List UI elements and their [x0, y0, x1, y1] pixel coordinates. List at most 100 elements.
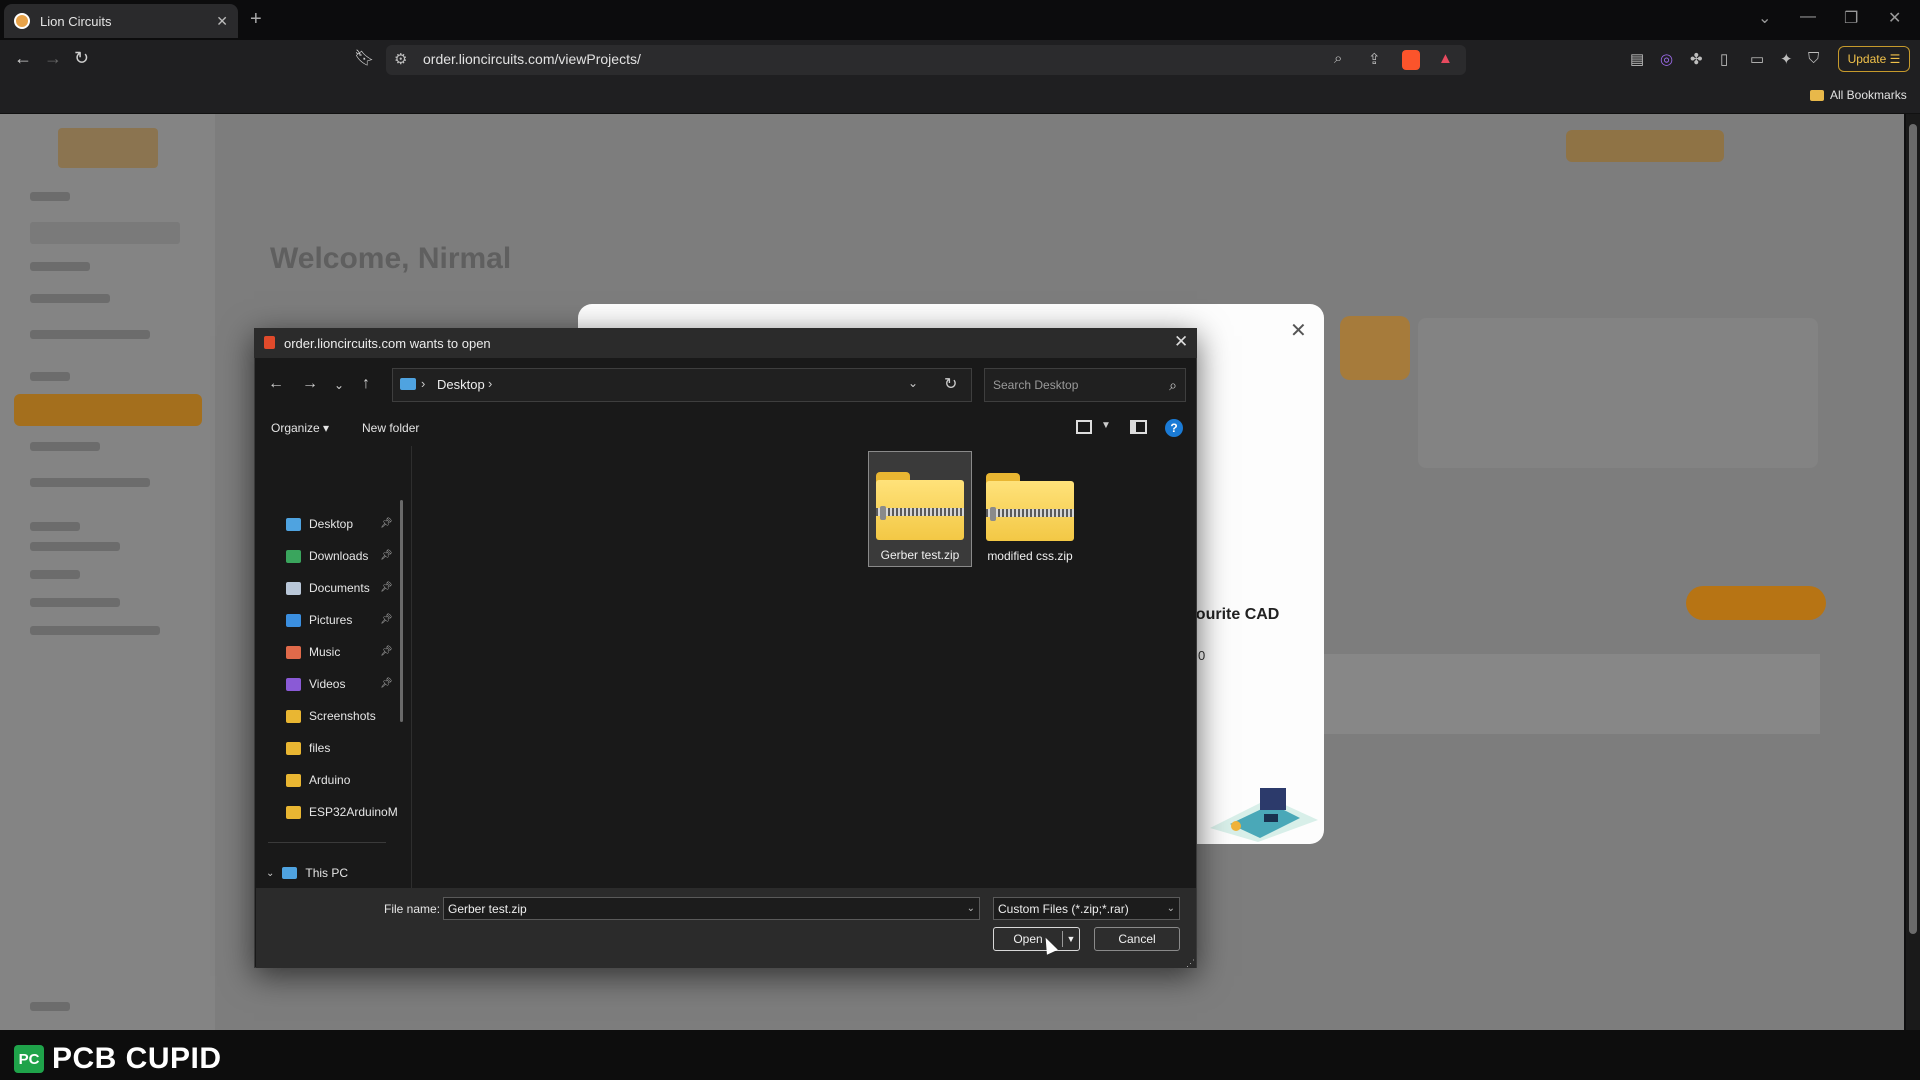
download-icon	[286, 549, 301, 563]
address-dropdown-icon[interactable]: ⌄	[908, 376, 918, 390]
pictures-icon	[286, 613, 301, 627]
wallet-icon[interactable]: ▭	[1750, 50, 1764, 68]
tab-close-icon[interactable]: ✕	[216, 13, 228, 30]
forward-icon[interactable]: →	[302, 375, 318, 393]
sidebar-icon[interactable]: ▯	[1720, 50, 1728, 68]
pin-icon[interactable]: 📌︎	[380, 678, 393, 689]
breadcrumb-chevron-icon[interactable]: ›	[488, 376, 492, 391]
leo-ai-icon[interactable]: ✦	[1780, 50, 1793, 68]
refresh-icon[interactable]: ↻	[944, 374, 957, 394]
desktop-icon	[286, 517, 301, 531]
new-folder-button[interactable]: New folder	[362, 421, 419, 435]
forward-icon[interactable]: →	[44, 48, 62, 69]
file-type-select[interactable]: Custom Files (*.zip;*.rar) ⌄	[993, 897, 1180, 920]
preview-pane-icon[interactable]	[1130, 420, 1147, 434]
sidebar-select	[30, 222, 180, 244]
create-project-button	[1566, 130, 1724, 162]
view-dropdown-icon[interactable]: ▼	[1101, 420, 1111, 431]
video-footer	[0, 1030, 1920, 1080]
sidebar-item	[30, 294, 110, 303]
nav-scrollbar[interactable]	[400, 500, 403, 722]
reload-icon[interactable]: ↻	[74, 48, 89, 69]
folder-icon	[286, 773, 301, 787]
tab-search-chevron-icon[interactable]: ⌄	[1758, 8, 1771, 28]
nav-item-screenshots[interactable]: Screenshots	[286, 705, 396, 727]
nav-item-label: Screenshots	[309, 709, 376, 723]
expand-chevron-icon[interactable]: ⌄	[266, 868, 274, 879]
sidebar-item	[30, 542, 120, 551]
bookmark-icon[interactable]: 🔖︎	[354, 48, 374, 68]
this-pc-icon	[282, 867, 298, 879]
search-icon: ⌕	[1169, 376, 1177, 393]
pin-icon[interactable]: 📌︎	[380, 550, 393, 561]
zoom-icon[interactable]: ⌕	[1334, 50, 1342, 67]
minimize-icon[interactable]: —	[1800, 8, 1816, 26]
vpn-icon[interactable]: ⛉	[1808, 50, 1819, 67]
site-settings-icon[interactable]: ⚙	[394, 50, 407, 68]
all-bookmarks-button[interactable]: All Bookmarks	[1810, 88, 1907, 102]
share-icon[interactable]: ⇪	[1368, 50, 1381, 68]
organize-menu[interactable]: Organize ▾	[271, 421, 329, 435]
back-icon[interactable]: ←	[14, 48, 32, 69]
browser-tab[interactable]: Lion Circuits ✕	[4, 4, 238, 38]
chevron-down-icon[interactable]: ⌄	[967, 903, 975, 914]
sidebar-label	[30, 192, 70, 201]
zip-folder-icon	[876, 472, 964, 540]
open-dropdown-icon[interactable]: ▼	[1063, 934, 1079, 944]
folder-icon	[1810, 89, 1824, 101]
url-text[interactable]: order.lioncircuits.com/viewProjects/	[423, 51, 641, 67]
page-scrollbar-thumb[interactable]	[1909, 124, 1917, 934]
recent-locations-icon[interactable]: ⌄	[334, 378, 344, 392]
open-button[interactable]: Open ▼	[993, 927, 1080, 951]
all-bookmarks-label: All Bookmarks	[1830, 88, 1907, 102]
sidebar-item	[30, 570, 80, 579]
brave-rewards-icon[interactable]: ▲	[1438, 50, 1453, 67]
nav-item-label: Music	[309, 645, 341, 659]
new-tab-icon[interactable]: +	[250, 8, 262, 31]
extension-color-icon[interactable]: ◎	[1660, 50, 1673, 68]
dialog-close-icon[interactable]: ✕	[1174, 332, 1188, 352]
nav-item-label: ESP32ArduinoM	[309, 805, 398, 819]
file-name-input[interactable]: Gerber test.zip ⌄	[443, 897, 980, 920]
videos-icon	[286, 677, 301, 691]
extensions-icon[interactable]: ✤	[1690, 50, 1703, 68]
window-close-icon[interactable]: ✕	[1888, 8, 1901, 28]
update-button[interactable]: Update ☰	[1838, 46, 1910, 72]
file-name: Gerber test.zip	[880, 548, 960, 562]
file-name-value: Gerber test.zip	[448, 901, 527, 916]
view-mode-icon[interactable]	[1076, 420, 1092, 434]
reader-icon[interactable]: ▤	[1630, 50, 1644, 68]
help-icon[interactable]: ?	[1165, 419, 1183, 437]
nav-item-esp32arduinom[interactable]: ESP32ArduinoM	[286, 801, 398, 823]
pin-icon[interactable]: 📌︎	[380, 518, 393, 529]
search-input[interactable]: Search Desktop ⌕	[984, 368, 1186, 402]
breadcrumb-chevron-icon[interactable]: ›	[421, 376, 425, 391]
nav-item-label: Pictures	[309, 613, 353, 627]
organize-label: Organize	[271, 421, 320, 435]
pcb-illustration	[1210, 788, 1318, 842]
tab-strip	[0, 0, 1920, 40]
cancel-button[interactable]: Cancel	[1094, 927, 1180, 951]
sidebar-active-item	[14, 394, 202, 426]
pin-icon[interactable]: 📌︎	[380, 582, 393, 593]
pin-icon[interactable]: 📌︎	[380, 614, 393, 625]
projects-table	[1320, 654, 1820, 734]
chevron-down-icon[interactable]: ⌄	[1167, 903, 1175, 914]
modal-close-icon[interactable]: ✕	[1290, 318, 1307, 343]
restore-icon[interactable]: ❐	[1844, 8, 1858, 28]
nav-item-this-pc[interactable]: ⌄ This PC	[266, 866, 348, 880]
folder-icon	[286, 741, 301, 755]
up-icon[interactable]: ↑	[362, 375, 370, 393]
resize-grip-icon[interactable]: ⋰	[1186, 958, 1195, 969]
zip-folder-icon	[986, 473, 1074, 541]
back-icon[interactable]: ←	[268, 375, 284, 393]
pcb-cupid-logo: PC	[14, 1045, 44, 1073]
nav-item-arduino[interactable]: Arduino	[286, 769, 396, 791]
brave-shields-icon[interactable]	[1402, 50, 1420, 70]
file-item[interactable]: modified css.zip	[978, 451, 1082, 567]
nav-item-files[interactable]: files	[286, 737, 396, 759]
breadcrumb-desktop[interactable]: Desktop	[437, 377, 485, 392]
file-item[interactable]: Gerber test.zip	[868, 451, 972, 567]
pin-icon[interactable]: 📌︎	[380, 646, 393, 657]
lion-circuits-favicon	[14, 13, 30, 29]
